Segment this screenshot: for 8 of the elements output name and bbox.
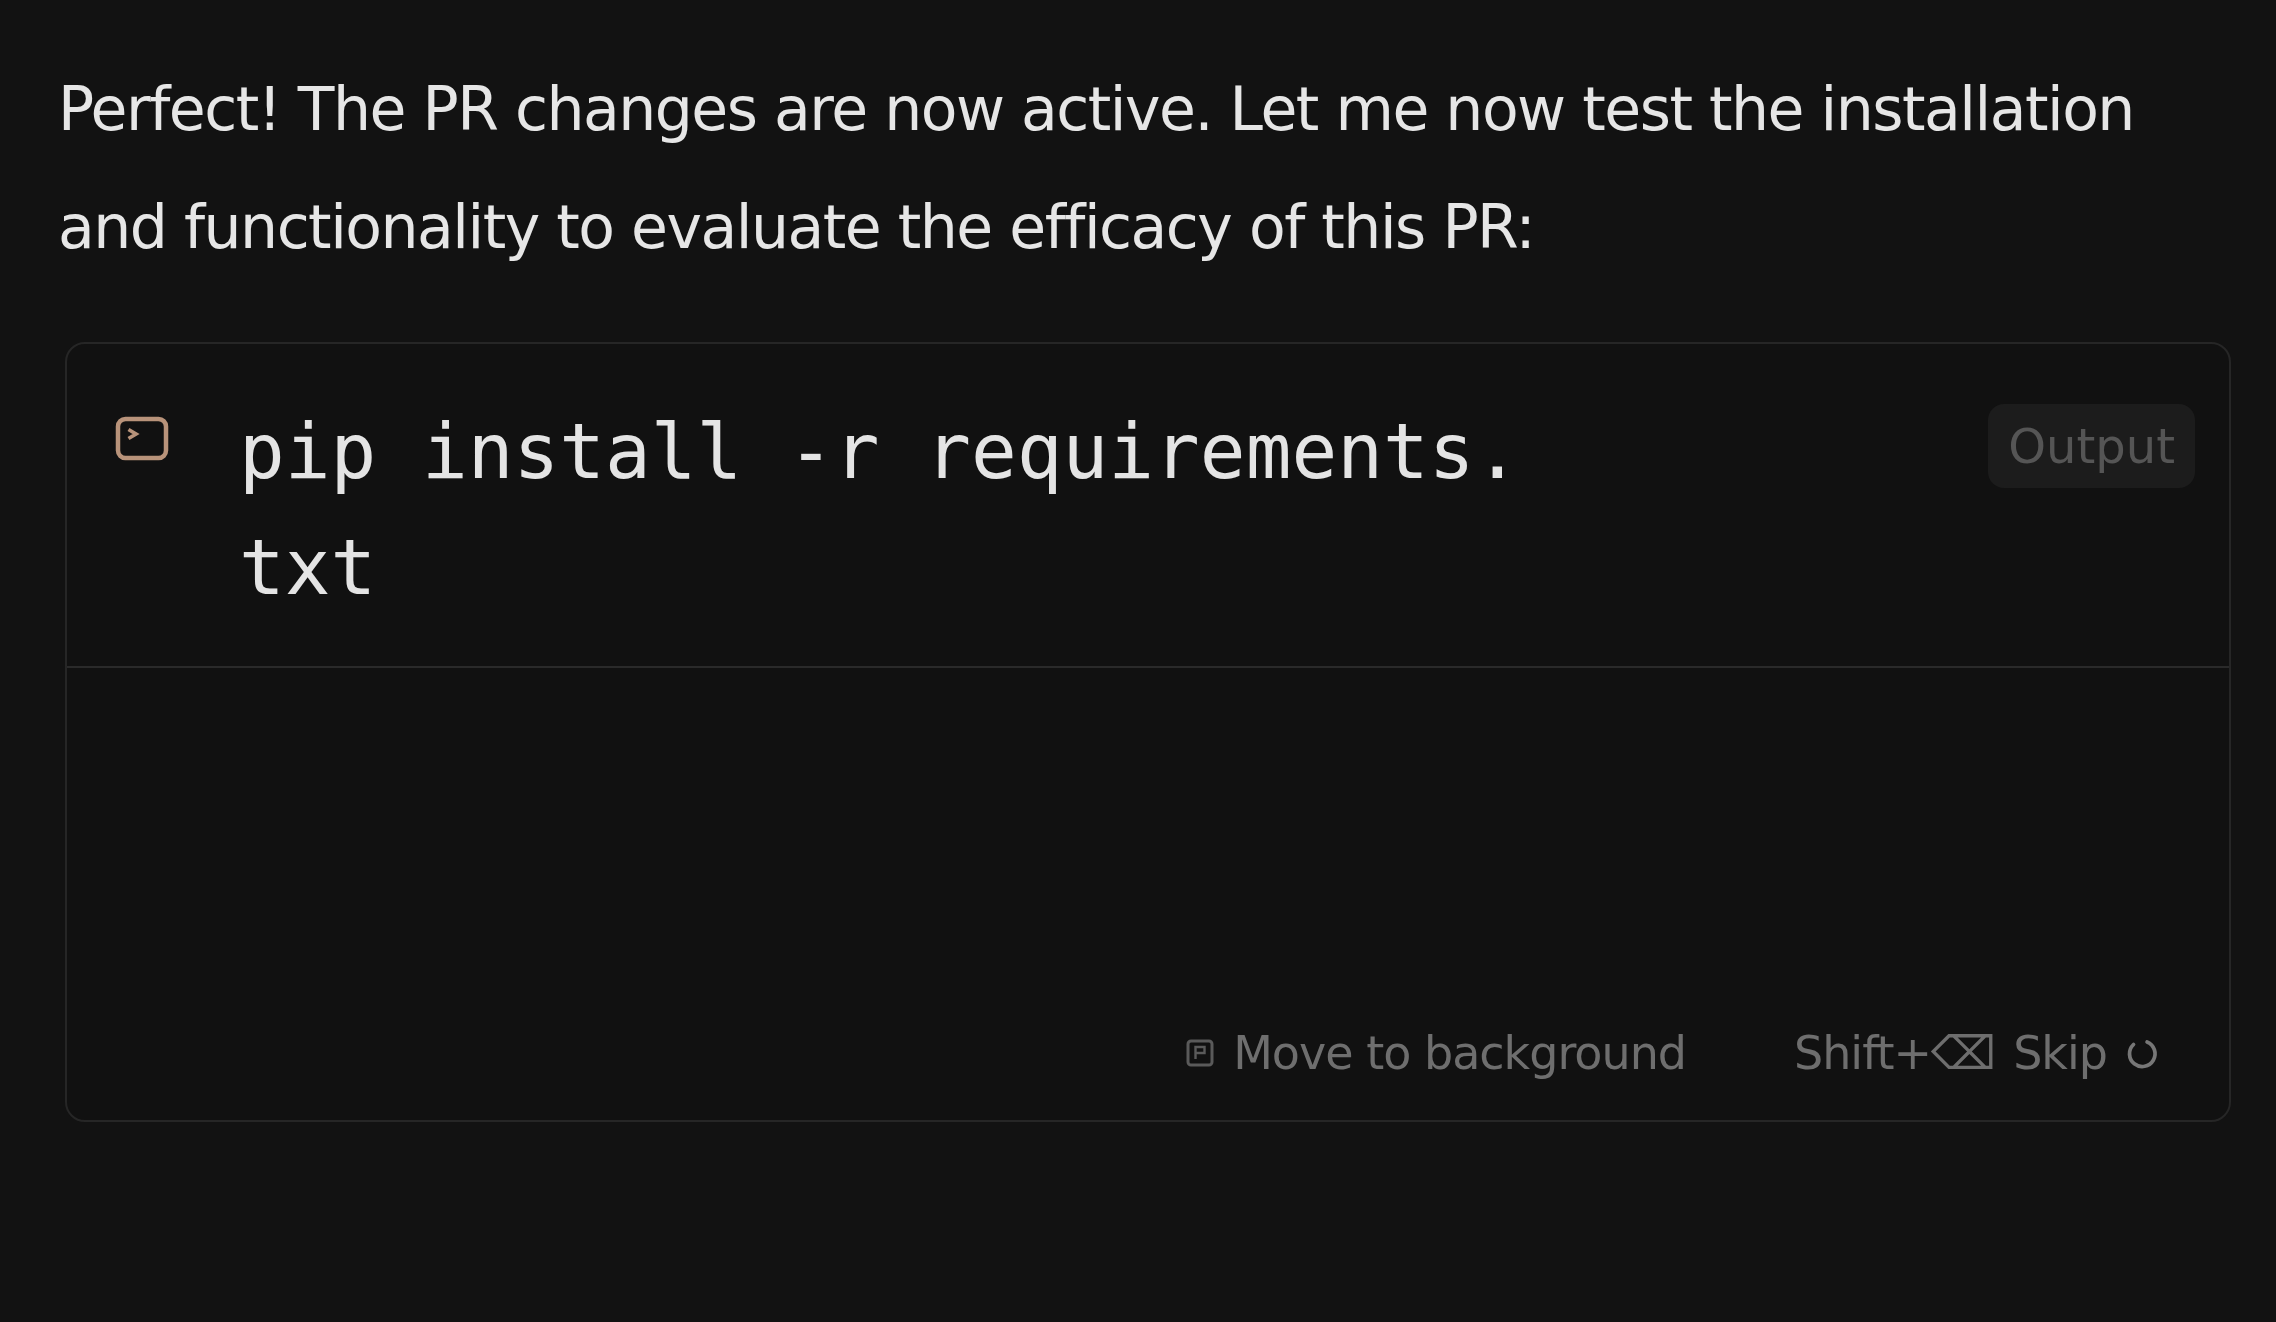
- output-button[interactable]: Output: [1988, 404, 2195, 488]
- move-to-background-button[interactable]: Move to background: [1233, 1026, 1686, 1080]
- skip-button[interactable]: Skip: [2013, 1026, 2107, 1080]
- message-text: Perfect! The PR changes are now active. Let me now test the installation and functionality to evaluate the efficacy of this PR:: [58, 73, 2135, 264]
- shortcut-text: Shift+⌫: [1794, 1026, 1996, 1080]
- command-text: pip install -r requirements.txt: [239, 406, 1522, 614]
- background-icon: [1185, 1038, 1216, 1068]
- terminal-icon: [115, 416, 169, 461]
